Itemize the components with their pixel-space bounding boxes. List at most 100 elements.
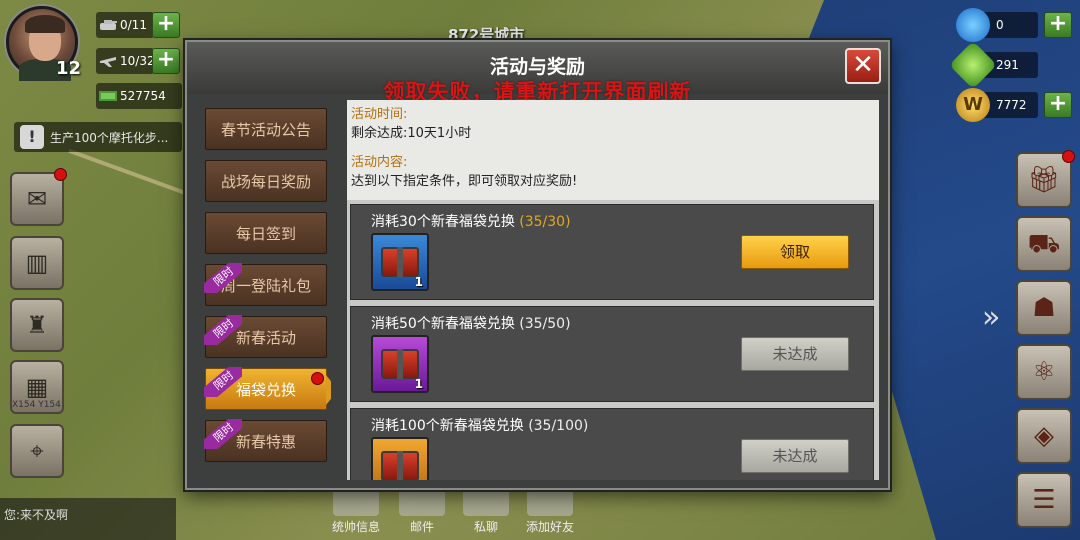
dialog-title: 活动与奖励 [489,56,585,78]
add-friend-label: 添加好友 [525,520,574,534]
handshake-icon [527,486,573,516]
menu-item-label: 新春活动 [235,329,296,347]
commander-info-label: 统帅信息 [331,520,380,534]
events-rewards-dialog: 活动与奖励 领取失败，请重新打开界面刷新 ✕ 春节活动公告 战场每日奖励 每日签… [185,40,890,490]
reward-count: 1 [414,275,423,289]
coin-count: 7772 [996,98,1027,112]
shop-button[interactable]: ⛟ [1016,216,1072,272]
add-friend-tab[interactable]: 添加好友 [520,486,580,540]
claim-button[interactable]: 领取 [741,235,849,269]
map-icon: ▦ [25,373,49,401]
chat-icon [463,486,509,516]
commander-info-tab[interactable]: 统帅信息 [326,486,386,540]
task-title: 消耗100个新春福袋兑换 (35/100) [371,418,589,434]
add-coin-button[interactable]: + [1044,92,1072,118]
menu-button[interactable]: ☰ [1016,472,1072,528]
magnifier-icon [333,486,379,516]
army-button[interactable]: ♜ [10,298,64,352]
not-achieved-button[interactable]: 未达成 [741,439,849,473]
time-label: 活动时间: [351,107,408,122]
tank-resource: 0/11 [96,12,154,38]
chat-text: 您:来不及啊 [4,508,69,522]
location-button[interactable]: ⌖ [10,424,64,478]
diamond-count: 0 [996,18,1004,32]
reward-count: 1 [414,377,423,391]
add-diamond-button[interactable]: + [1044,12,1072,38]
chat-preview[interactable]: 您:来不及啊 [0,498,176,540]
mail-tab[interactable]: 邮件 [392,486,452,540]
city-button[interactable]: ▥ [10,236,64,290]
quest-text: 生产100个摩托化步... [50,130,169,145]
limited-time-tag: 限时 [204,315,242,345]
gift-notification-dot [1062,150,1075,163]
chevron-right-icon[interactable]: » [982,300,1000,335]
lucky-bag-crate-icon [381,349,419,379]
reward-item[interactable] [371,437,429,480]
limited-time-tag: 限时 [204,367,242,397]
menu-item-label: 春节活动公告 [220,121,311,139]
mail-tab-label: 邮件 [409,520,434,534]
menu-item-label: 每日签到 [235,225,296,243]
add-tank-button[interactable]: + [152,12,180,38]
reward-item[interactable]: 1 [371,233,429,291]
plane-count: 10/32 [120,54,155,68]
menu-item-monday-login-pack[interactable]: 限时 周一登陆礼包 [204,263,327,306]
menu-item-battlefield-daily[interactable]: 战场每日奖励 [205,160,327,202]
task-row: 消耗50个新春福袋兑换 (35/50) 1 未达成 [350,306,874,402]
quest-tracker[interactable]: ! 生产100个摩托化步... [14,122,182,152]
exclamation-icon: ! [20,125,44,149]
money-icon [99,91,117,101]
tank-count: 0/11 [120,18,147,32]
not-achieved-button[interactable]: 未达成 [741,337,849,371]
mail-icon [399,486,445,516]
player-level: 12 [56,58,82,79]
soldier-icon: ♜ [26,311,48,339]
coordinate-label: X154 Y154 [12,400,61,410]
diamond-icon [956,8,990,42]
plane-icon [100,57,116,67]
dialog-header: 活动与奖励 领取失败，请重新打开界面刷新 ✕ [187,42,888,104]
research-button[interactable]: ⚛ [1016,344,1072,400]
menu-item-label: 新春特惠 [235,433,296,451]
atom-icon: ⚛ [1032,357,1056,387]
event-info: 活动时间: 剩余达成:10天1小时 活动内容: 达到以下指定条件，即可领取对应奖… [347,100,879,200]
money-count: 527754 [120,89,166,103]
limited-time-tag: 限时 [204,419,242,449]
gift-icon: 🎁︎ [1027,165,1061,195]
money-resource: 527754 [96,83,182,109]
private-chat-tab[interactable]: 私聊 [456,486,516,540]
close-button[interactable]: ✕ [845,48,881,84]
add-plane-button[interactable]: + [152,48,180,74]
menu-item-label: 战场每日奖励 [220,173,311,191]
menu-item-spring-announcement[interactable]: 春节活动公告 [205,108,327,150]
task-title: 消耗50个新春福袋兑换 (35/50) [371,316,571,332]
event-menu: 春节活动公告 战场每日奖励 每日签到 限时 周一登陆礼包 限时 新春活动 限时 … [201,100,331,480]
lucky-bag-crate-icon [381,451,419,480]
menu-item-daily-checkin[interactable]: 每日签到 [205,212,327,254]
gem-count: 291 [996,58,1019,72]
tank-icon [100,20,117,30]
reward-item[interactable]: 1 [371,335,429,393]
officer-icon: ☗ [1032,293,1056,323]
cards-icon: ◈ [1034,421,1054,451]
private-chat-label: 私聊 [473,520,498,534]
list-icon: ☰ [1032,485,1056,515]
building-icon: ▥ [25,249,49,277]
location-pin-icon: ⌖ [30,437,44,465]
coin-icon: W [956,88,990,122]
task-title: 消耗30个新春福袋兑换 (35/30) [371,214,571,230]
notification-dot [311,372,324,385]
menu-item-spring-sale[interactable]: 限时 新春特惠 [204,419,327,462]
envelope-icon: ✉ [26,185,48,213]
mail-button[interactable]: ✉ [10,172,64,226]
mail-notification-dot [54,168,67,181]
content-label: 活动内容: [351,155,408,170]
menu-item-label: 福袋兑换 [235,381,296,399]
cards-button[interactable]: ◈ [1016,408,1072,464]
plane-resource: 10/32 [96,48,155,74]
menu-item-spring-event[interactable]: 限时 新春活动 [204,315,327,358]
event-content[interactable]: 活动时间: 剩余达成:10天1小时 活动内容: 达到以下指定条件，即可领取对应奖… [347,100,879,480]
task-progress: (35/100) [528,418,589,434]
officer-button[interactable]: ☗ [1016,280,1072,336]
menu-item-lucky-bag-exchange[interactable]: 限时 福袋兑换 [204,367,331,410]
